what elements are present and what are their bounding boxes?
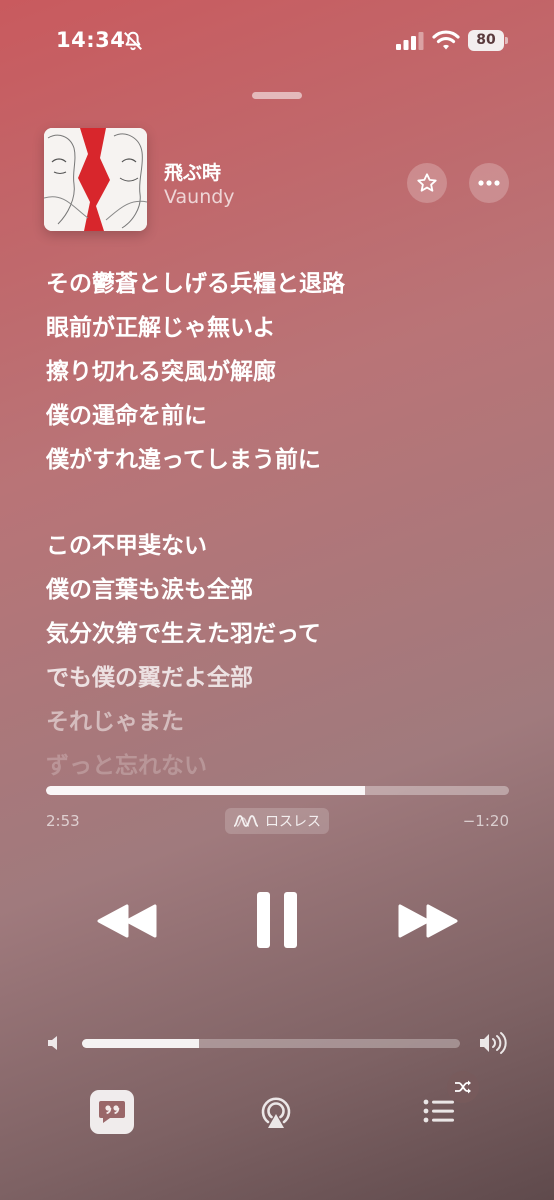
lossless-badge[interactable]: ロスレス — [225, 808, 329, 834]
battery-indicator: 80 — [468, 30, 508, 51]
sheet-grabber[interactable] — [252, 92, 302, 99]
volume-slider[interactable] — [82, 1039, 460, 1048]
wifi-icon — [432, 30, 460, 50]
volume-high-icon — [480, 1032, 507, 1054]
rewind-button[interactable] — [96, 898, 158, 944]
star-icon — [417, 173, 437, 192]
pause-button[interactable] — [252, 888, 302, 952]
album-artwork[interactable] — [44, 128, 147, 231]
lyric-line[interactable]: その鬱蒼としげる兵糧と退路 — [46, 262, 526, 306]
forward-button[interactable] — [397, 898, 459, 944]
status-time: 14:34 — [56, 28, 126, 52]
track-title: 飛ぶ時 — [164, 162, 222, 184]
lyric-line[interactable]: この不甲斐ない — [46, 524, 526, 568]
playback-progress-fill — [46, 786, 366, 795]
pause-icon — [257, 892, 297, 948]
lyrics-button[interactable] — [90, 1090, 134, 1134]
airplay-icon[interactable] — [256, 1092, 296, 1132]
album-artwork-illustration — [44, 128, 147, 231]
lyric-line[interactable]: ずっと忘れない — [46, 744, 526, 782]
shuffle-icon — [455, 1080, 471, 1094]
lyric-line[interactable]: でも僕の翼だよ全部 — [46, 656, 526, 700]
bell-slash-icon — [124, 31, 142, 51]
playback-scrubber[interactable] — [46, 786, 509, 795]
battery-tip — [505, 37, 508, 44]
lossless-label: ロスレス — [265, 814, 321, 830]
ellipsis-icon — [478, 180, 500, 186]
cellular-signal-icon — [396, 32, 424, 50]
elapsed-time: 2:53 — [46, 812, 80, 830]
stanza-gap — [46, 482, 526, 524]
volume-level-fill — [82, 1039, 200, 1048]
quote-bubble-icon — [99, 1101, 125, 1123]
lyric-line[interactable]: 気分次第で生えた羽だって — [46, 612, 526, 656]
artist-name[interactable]: Vaundy — [164, 186, 235, 208]
lyric-line[interactable]: 僕の言葉も涙も全部 — [46, 568, 526, 612]
status-bar: 14:34 80 — [0, 0, 554, 80]
favorite-button[interactable] — [407, 163, 447, 203]
lyric-line[interactable]: それじゃまた — [46, 700, 526, 744]
rewind-icon — [97, 904, 157, 938]
shuffle-indicator — [447, 1071, 479, 1103]
volume-low-icon — [48, 1036, 57, 1050]
lyric-line[interactable]: 僕の運命を前に — [46, 394, 526, 438]
lyrics-panel[interactable]: その鬱蒼としげる兵糧と退路 眼前が正解じゃ無いよ 擦り切れる突風が解廊 僕の運命… — [46, 262, 526, 782]
lyric-line[interactable]: 僕がすれ違ってしまう前に — [46, 438, 526, 482]
lyric-line[interactable]: 眼前が正解じゃ無いよ — [46, 306, 526, 350]
battery-level: 80 — [468, 30, 504, 51]
lyric-line[interactable]: 擦り切れる突風が解廊 — [46, 350, 526, 394]
fast-forward-icon — [398, 904, 458, 938]
lossless-wave-icon — [233, 815, 259, 827]
remaining-time: −1:20 — [462, 812, 509, 830]
more-options-button[interactable] — [469, 163, 509, 203]
